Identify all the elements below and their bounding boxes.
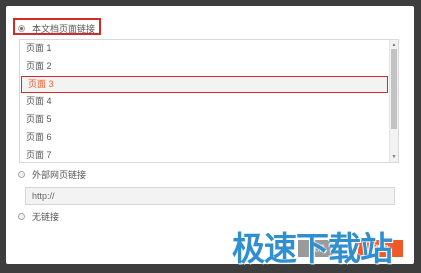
scroll-up-icon[interactable]: ▲: [390, 41, 398, 49]
no-link-label: 无链接: [32, 212, 60, 222]
scroll-down-icon[interactable]: ▼: [390, 153, 398, 161]
radio-unchecked-icon[interactable]: [18, 213, 25, 220]
external-link-label: 外部网页链接: [32, 170, 87, 180]
page-list-item[interactable]: 页面 1: [20, 40, 390, 58]
radio-doc-page-link[interactable]: 本文档页面链接: [18, 22, 95, 35]
radio-external-link[interactable]: 外部网页链接: [18, 168, 86, 181]
url-input[interactable]: [25, 187, 395, 205]
page-list-item[interactable]: 页面 3: [21, 75, 388, 94]
watermark-logo: 极速下载站: [232, 229, 393, 268]
page-list-items: 页面 1 页面 2 页面 3 页面 4 页面 5 页面 6 页面 7: [20, 40, 390, 162]
doc-page-link-label: 本文档页面链接: [32, 24, 96, 34]
page-list-item[interactable]: 页面 2: [20, 58, 390, 76]
page-list-item[interactable]: 页面 7: [20, 147, 390, 162]
page-list[interactable]: 页面 1 页面 2 页面 3 页面 4 页面 5 页面 6 页面 7 ▲ ▼: [19, 39, 399, 163]
scroll-thumb[interactable]: [391, 49, 397, 129]
radio-no-link[interactable]: 无链接: [18, 210, 59, 223]
page-list-item[interactable]: 页面 4: [20, 93, 390, 111]
link-dialog: 本文档页面链接 页面 1 页面 2 页面 3 页面 4 页面 5 页面 6 页面 7 ▲ ▼…: [6, 6, 414, 268]
page-list-item[interactable]: 页面 6: [20, 129, 390, 147]
radio-unchecked-icon[interactable]: [18, 171, 25, 178]
page-list-scrollbar[interactable]: ▲ ▼: [389, 40, 398, 162]
page-list-item[interactable]: 页面 5: [20, 111, 390, 129]
radio-checked-icon[interactable]: [18, 25, 25, 32]
